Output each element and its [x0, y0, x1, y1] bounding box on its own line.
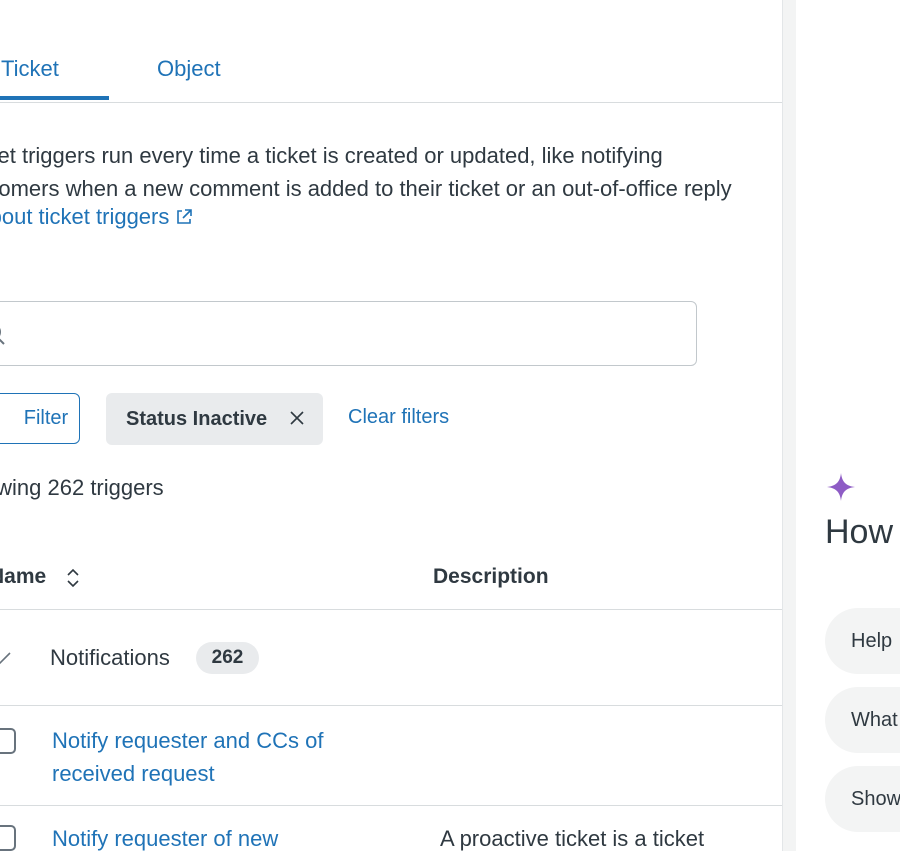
row-checkbox[interactable] [0, 825, 16, 851]
column-header-name[interactable]: Name [0, 565, 46, 589]
chevron-check-icon[interactable] [0, 650, 12, 666]
suggestion-chip[interactable]: Show [825, 766, 900, 832]
tab-object[interactable]: Object [157, 56, 221, 82]
column-header-description: Description [433, 565, 549, 588]
table-row: Notify requester and CCs of received req… [0, 706, 782, 806]
trigger-tabs: Ticket Object [0, 0, 782, 103]
suggestion-chip[interactable]: Help [825, 608, 900, 674]
search-input[interactable] [0, 301, 697, 366]
sparkle-icon [827, 473, 855, 501]
trigger-description: A proactive ticket is a ticket [440, 826, 705, 851]
close-icon[interactable] [287, 408, 307, 428]
group-count-badge: 262 [196, 642, 259, 674]
learn-more-label: Learn about ticket triggers [0, 204, 170, 229]
tab-ticket[interactable]: Ticket [1, 56, 59, 82]
status-filter-label: Status Inactive [126, 407, 268, 430]
row-checkbox[interactable] [0, 728, 16, 754]
search-icon [0, 327, 5, 345]
trigger-name-link[interactable]: Notify requester of new [52, 822, 382, 851]
learn-more-link[interactable]: Learn about ticket triggers [0, 204, 193, 230]
sort-icon[interactable] [64, 567, 82, 589]
clear-filters-link[interactable]: Clear filters [348, 406, 449, 429]
page-description: Ticket triggers run every time a ticket … [0, 139, 782, 205]
panel-divider[interactable] [782, 0, 796, 851]
table-row: Notify requester of new A proactive tick… [0, 806, 782, 851]
assistant-title: How [825, 513, 894, 551]
trigger-count: Showing 262 triggers [0, 475, 164, 500]
filter-button[interactable]: Filter [0, 393, 80, 444]
assistant-panel: How Help What Show [796, 0, 900, 851]
active-tab-indicator [0, 96, 109, 100]
trigger-name-link[interactable]: Notify requester and CCs of received req… [52, 724, 382, 790]
description-line-2: customers when a new comment is added to… [0, 176, 732, 201]
description-line-1: Ticket triggers run every time a ticket … [0, 143, 663, 168]
group-row-notifications[interactable]: Notifications 262 [0, 610, 782, 706]
external-link-icon [177, 209, 193, 224]
main-panel: Ticket Object Ticket triggers run every … [0, 0, 782, 851]
suggestion-chip[interactable]: What [825, 687, 900, 753]
group-label: Notifications [50, 645, 170, 670]
table-header: Name Description [0, 545, 782, 610]
